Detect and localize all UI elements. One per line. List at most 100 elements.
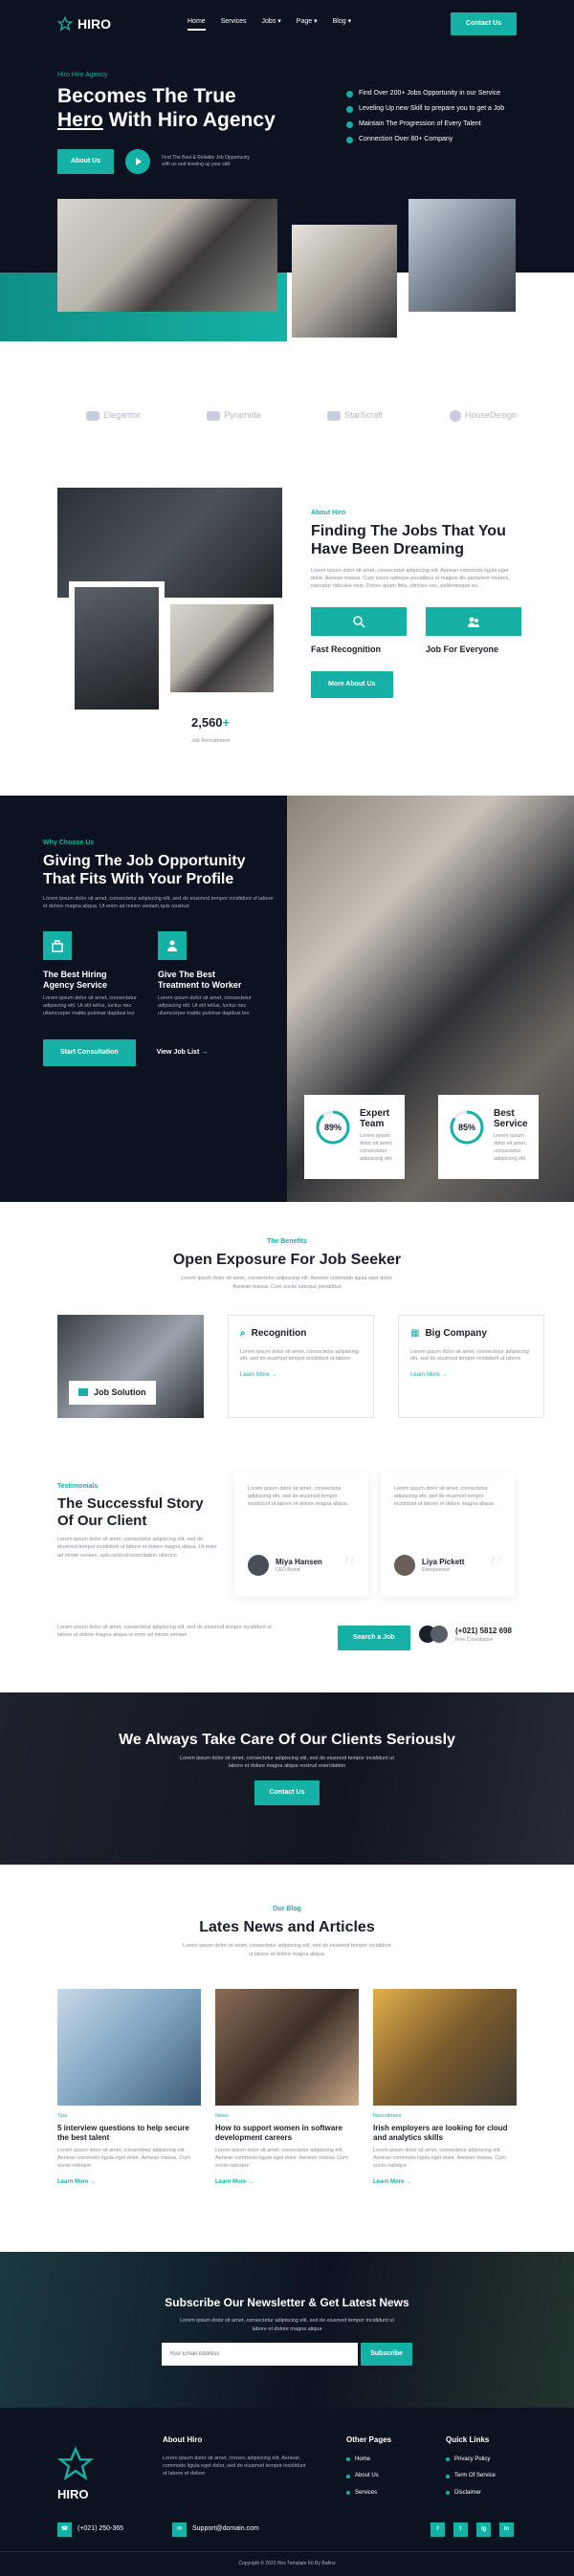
cta-banner: We Always Take Care Of Our Clients Serio… (0, 1692, 574, 1865)
play-video-button[interactable] (125, 149, 151, 175)
agency-icon (43, 931, 72, 961)
blog-post[interactable]: News How to support women in software de… (215, 1989, 359, 2187)
learn-more-label: Learn More (57, 2178, 89, 2185)
blog-post[interactable]: Recruitment Irish employers are looking … (373, 1989, 517, 2187)
post-image (57, 1989, 201, 2106)
testimonials-title: The Successful Story Of Our Client (57, 1495, 204, 1530)
learn-more-link[interactable]: Learn More → (215, 2178, 359, 2187)
footer-other-pages: Other Pages Home About Us Services (346, 2434, 391, 2506)
footer-logo[interactable]: HIRO (57, 2446, 94, 2504)
housedesign-logo-icon (449, 409, 461, 422)
learn-more-label: Learn More (410, 1372, 440, 1379)
why-feature-title: The Best Hiring Agency Service (43, 970, 108, 990)
checklist-item: Find Over 200+ Jobs Opportunity in our S… (346, 89, 504, 98)
worker-icon (158, 931, 187, 961)
footer-link[interactable]: Term Of Service (446, 2472, 496, 2480)
instagram-icon[interactable]: ig (476, 2522, 491, 2537)
subscribe-button[interactable]: Subscribe (361, 2342, 412, 2366)
learn-more-label: Learn More (373, 2178, 405, 2185)
footer-link[interactable]: Services (346, 2489, 391, 2498)
nav-item-jobs[interactable]: Jobs ▾ (262, 17, 281, 31)
email-input[interactable] (162, 2342, 359, 2366)
benefits-title: Open Exposure For Job Seeker (172, 1252, 402, 1269)
footer-heading: About Hiro (163, 2435, 203, 2444)
about-content: About Hiro Finding The Jobs That You Hav… (311, 509, 521, 699)
footer-link[interactable]: About Us (346, 2472, 391, 2480)
start-consultation-button[interactable]: Start Consultation (43, 1038, 136, 1066)
footer-link[interactable]: Disclaimer (446, 2489, 496, 2498)
post-title[interactable]: Irish employers are looking for cloud an… (373, 2124, 517, 2143)
why-tag: Why Choose Us (43, 840, 95, 846)
arrow-right-icon: → (406, 2178, 412, 2185)
copyright: Copyright © 2023 Hiro Template Kit By Ba… (238, 2561, 336, 2566)
benefit-card-job-solution[interactable]: Job Solution (57, 1315, 204, 1418)
footer-link[interactable]: Home (346, 2456, 391, 2464)
post-desc: Lorem ipsum dolor sit amet, consectetur … (373, 2147, 506, 2169)
quote-icon: ” (342, 1551, 357, 1585)
social-links: f t ig in (430, 2522, 514, 2537)
footer-heading: Quick Links (446, 2435, 490, 2444)
navbar: HIRO Home Services Jobs ▾ Page ▾ Blog ▾ … (57, 11, 517, 36)
footer-phone[interactable]: ☎ (+021) 250-365 (57, 2522, 123, 2537)
hero-meeting-photo (292, 225, 397, 338)
learn-more-link[interactable]: Learn More → (410, 1371, 532, 1380)
footer-email[interactable]: ✉ Support@domain.com (172, 2522, 259, 2537)
nav-item-home[interactable]: Home (188, 17, 206, 32)
nav-item-page[interactable]: Page ▾ (297, 17, 318, 31)
checklist-item: Connection Over 80+ Company (346, 135, 504, 144)
benefit-card-recognition[interactable]: ⌕ Recognition Lorem ipsum dolor sit amet,… (228, 1315, 374, 1418)
feature-title: Fast Recognition (311, 644, 382, 655)
learn-more-link[interactable]: Learn More → (373, 2178, 517, 2187)
benefit-card-big-company[interactable]: ▦ Big Company Lorem ipsum dolor sit amet,… (398, 1315, 544, 1418)
newsletter-desc: Lorem ipsum dolor sit amet, consectetur … (180, 2318, 394, 2332)
stat-value: 2,560 (191, 715, 223, 730)
more-about-us-button[interactable]: More About Us (311, 671, 393, 699)
star-logo-icon (57, 15, 73, 32)
facebook-icon[interactable]: f (430, 2522, 445, 2537)
why-feature-desc: Lorem ipsum dolor sit amet, consectetur … (158, 994, 252, 1016)
arrow-right-icon: → (90, 2178, 97, 2185)
contact-us-button[interactable]: Contact Us (451, 11, 517, 36)
learn-more-link[interactable]: Learn More → (57, 2178, 201, 2187)
post-category: Tips (57, 2113, 68, 2119)
post-title[interactable]: 5 interview questions to help secure the… (57, 2124, 201, 2143)
post-title[interactable]: How to support women in software develop… (215, 2124, 359, 2143)
author-name: Liya Pickett (422, 1557, 465, 1566)
linkedin-icon[interactable]: in (499, 2522, 514, 2537)
avatar (248, 1555, 269, 1576)
hero-title-line1: Becomes The True (57, 85, 236, 107)
quote-icon: ” (488, 1551, 503, 1585)
about-us-button[interactable]: About Us (57, 149, 115, 175)
cta-contact-button[interactable]: Contact Us (254, 1779, 320, 1805)
why-desc: Lorem ipsum dolor sit amet, consectetur … (43, 895, 274, 909)
search-job-button[interactable]: Search a Job (338, 1626, 410, 1651)
stat-title: Expert Team (360, 1108, 390, 1129)
contact-avatars (419, 1626, 448, 1644)
logo[interactable]: HIRO (57, 14, 111, 33)
checklist-text: Connection Over 80+ Company (359, 136, 453, 143)
about-title: Finding The Jobs That You Have Been Drea… (311, 523, 506, 558)
footer-link[interactable]: Privacy Policy (446, 2456, 496, 2464)
check-icon (346, 136, 353, 143)
why-features: The Best Hiring Agency Service Lorem ips… (43, 931, 277, 1018)
view-job-list-link[interactable]: View Job List → (157, 1048, 209, 1058)
partner-name: StarScraft (344, 410, 384, 420)
nav-item-blog[interactable]: Blog ▾ (333, 17, 351, 31)
chevron-down-icon: ▾ (347, 17, 352, 25)
phone-number[interactable]: (+021) 5812 698 (455, 1626, 512, 1637)
newsletter-form: Subscribe (0, 2342, 574, 2366)
twitter-icon[interactable]: t (453, 2522, 468, 2537)
hero-title: Becomes The True Hero With Hiro Agency (57, 84, 335, 132)
testimonial-quote: Lorem ipsum dolor sit amet, consectetur … (248, 1486, 349, 1507)
search-icon: ⌕ (240, 1328, 246, 1339)
arrow-right-icon: → (248, 2178, 254, 2185)
check-icon (346, 120, 353, 128)
nav-item-services[interactable]: Services (221, 17, 247, 31)
hero-title-highlight: Hero (57, 109, 103, 132)
learn-more-label: Learn More (240, 1372, 270, 1379)
learn-more-label: Learn More (215, 2178, 247, 2185)
progress-ring: 89% (316, 1110, 350, 1145)
testimonial-author: Liya Pickett Entrepreneur (394, 1555, 464, 1576)
blog-post[interactable]: Tips 5 interview questions to help secur… (57, 1989, 201, 2187)
learn-more-link[interactable]: Learn More → (240, 1371, 362, 1380)
